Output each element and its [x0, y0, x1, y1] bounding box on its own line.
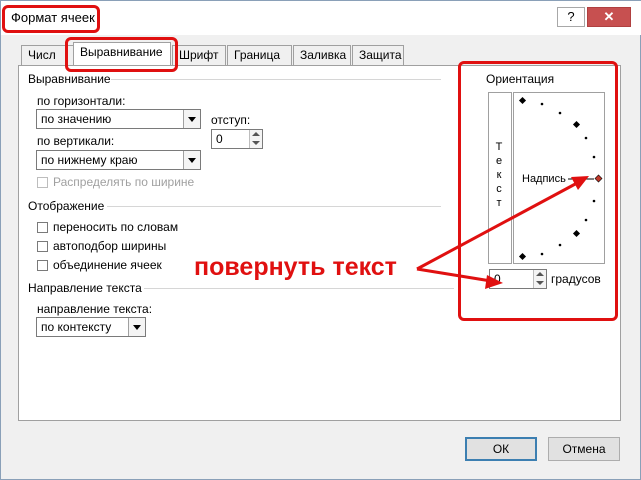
alignment-group-title: Выравнивание — [28, 72, 111, 86]
wrap-text-label: переносить по словам — [53, 220, 179, 234]
tab-label: Граница — [234, 48, 281, 62]
tab-label: Числ — [28, 48, 56, 62]
indent-label: отступ: — [211, 113, 251, 127]
merge-cells-label: объединение ячеек — [53, 258, 162, 272]
help-icon: ? — [567, 9, 575, 24]
help-button[interactable]: ? — [557, 7, 585, 27]
highlight-dialog-title — [2, 5, 100, 33]
format-cells-dialog: Формат ячеек ? ✕ Числ Выравнивание Шрифт… — [0, 0, 641, 480]
merge-cells-checkbox[interactable] — [37, 260, 48, 271]
direction-select[interactable]: по контексту — [36, 317, 146, 337]
direction-separator — [144, 288, 454, 289]
chevron-down-icon[interactable] — [183, 110, 200, 128]
display-group-title: Отображение — [28, 199, 105, 213]
tab-font[interactable]: Шрифт — [172, 45, 226, 65]
distribute-checkbox[interactable] — [37, 177, 48, 188]
horizontal-value: по значению — [41, 112, 112, 126]
chevron-down-icon[interactable] — [183, 151, 200, 169]
indent-spinner[interactable]: 0 — [211, 129, 263, 149]
vertical-value: по нижнему краю — [41, 153, 138, 167]
horizontal-label: по горизонтали: — [37, 94, 126, 108]
direction-value: по контексту — [41, 320, 112, 334]
vertical-select[interactable]: по нижнему краю — [36, 150, 201, 170]
close-button[interactable]: ✕ — [587, 7, 631, 27]
tab-fill[interactable]: Заливка — [293, 45, 351, 65]
annotation-arrow-icon — [416, 176, 589, 289]
wrap-text-checkbox[interactable] — [37, 222, 48, 233]
indent-value: 0 — [216, 132, 223, 146]
shrink-to-fit-label: автоподбор ширины — [53, 239, 167, 253]
ok-button[interactable]: ОК — [465, 437, 537, 461]
direction-label: направление текста: — [37, 302, 153, 316]
cancel-button[interactable]: Отмена — [548, 437, 620, 461]
close-icon: ✕ — [603, 9, 615, 24]
horizontal-select[interactable]: по значению — [36, 109, 201, 129]
vertical-label: по вертикали: — [37, 134, 115, 148]
tab-protection[interactable]: Защита — [352, 45, 404, 65]
alignment-separator — [111, 79, 441, 80]
highlight-alignment-tab — [65, 37, 178, 72]
distribute-label: Распределять по ширине — [53, 175, 195, 189]
shrink-to-fit-checkbox[interactable] — [37, 241, 48, 252]
annotation-text: повернуть текст — [194, 253, 397, 281]
tab-label: Защита — [359, 48, 402, 62]
display-separator — [107, 206, 441, 207]
chevron-down-icon[interactable] — [128, 318, 145, 336]
tab-border[interactable]: Граница — [227, 45, 292, 65]
tab-label: Шрифт — [179, 48, 219, 62]
spinner-arrows-icon[interactable] — [249, 130, 262, 148]
tab-label: Заливка — [300, 48, 347, 62]
direction-group-title: Направление текста — [28, 281, 142, 295]
